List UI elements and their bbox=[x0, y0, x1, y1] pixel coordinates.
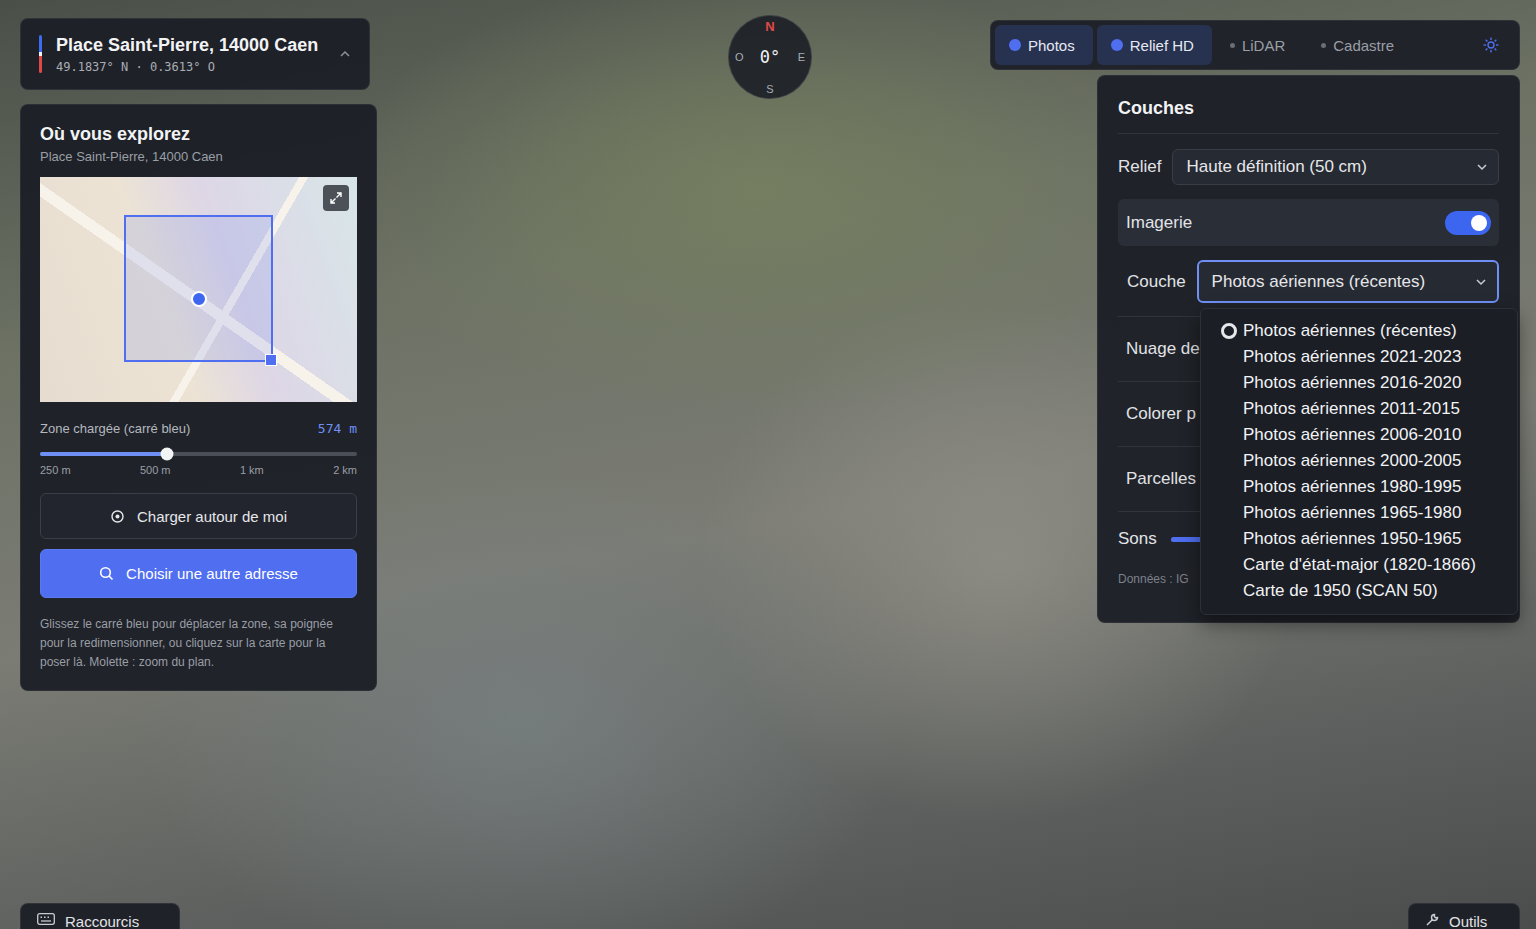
chevron-up-icon[interactable] bbox=[339, 48, 351, 60]
dropdown-option[interactable]: Photos aériennes 1965-1980 bbox=[1201, 500, 1517, 526]
dropdown-option[interactable]: Photos aériennes 2006-2010 bbox=[1201, 422, 1517, 448]
status-dot-icon bbox=[1230, 43, 1235, 48]
compass-east: E bbox=[798, 51, 805, 63]
panel-title: Où vous explorez bbox=[40, 124, 357, 145]
settings-button[interactable] bbox=[1467, 25, 1515, 65]
status-dot-icon bbox=[1321, 43, 1326, 48]
layer-label: Couche bbox=[1118, 272, 1186, 292]
location-title: Place Saint-Pierre, 14000 Caen bbox=[56, 35, 325, 56]
layer-tab[interactable]: LiDAR bbox=[1216, 25, 1303, 65]
layer-tab[interactable]: Cadastre bbox=[1307, 25, 1412, 65]
dropdown-option[interactable]: Photos aériennes 2000-2005 bbox=[1201, 448, 1517, 474]
compass-north: N bbox=[765, 19, 774, 34]
compass-south: S bbox=[766, 83, 773, 95]
expand-button[interactable] bbox=[323, 185, 349, 211]
sun-icon bbox=[1483, 37, 1499, 53]
dropdown-option[interactable]: Carte d'état-major (1820-1866) bbox=[1201, 552, 1517, 578]
slider-thumb[interactable] bbox=[160, 448, 173, 461]
resize-handle[interactable] bbox=[265, 354, 277, 366]
compass[interactable]: N O 0° E S bbox=[728, 15, 812, 99]
keyboard-icon bbox=[37, 913, 55, 925]
layer-select[interactable]: Photos aériennes (récentes) bbox=[1197, 260, 1499, 303]
search-icon bbox=[99, 566, 114, 581]
dropdown-option[interactable]: Carte de 1950 (SCAN 50) bbox=[1201, 578, 1517, 604]
layer-tab[interactable]: Photos bbox=[995, 25, 1093, 65]
dropdown-option[interactable]: Photos aériennes 2011-2015 bbox=[1201, 396, 1517, 422]
chevron-down-icon bbox=[1475, 276, 1487, 288]
layer-tabs: Photos Relief HD LiDAR Cadastre bbox=[990, 20, 1520, 70]
imagery-label: Imagerie bbox=[1126, 213, 1192, 233]
slider-ticks: 250 m500 m1 km2 km bbox=[40, 464, 357, 476]
layer-tab[interactable]: Relief HD bbox=[1097, 25, 1212, 65]
zone-label: Zone chargée (carré bleu) bbox=[40, 421, 190, 436]
help-text: Glissez le carré bleu pour déplacer la z… bbox=[40, 615, 357, 672]
compass-west: O bbox=[735, 51, 744, 63]
sound-label: Sons bbox=[1118, 529, 1157, 549]
compass-heading: 0° bbox=[760, 47, 780, 67]
panel-title: Couches bbox=[1118, 98, 1499, 134]
location-card[interactable]: Place Saint-Pierre, 14000 Caen 49.1837° … bbox=[20, 18, 370, 90]
target-icon bbox=[110, 509, 125, 524]
status-dot-icon bbox=[1111, 39, 1123, 51]
wrench-icon bbox=[1425, 913, 1439, 927]
panel-address: Place Saint-Pierre, 14000 Caen bbox=[40, 149, 357, 164]
zone-slider[interactable] bbox=[40, 452, 357, 456]
expand-icon bbox=[329, 191, 343, 205]
mini-map[interactable] bbox=[40, 177, 357, 402]
dropdown-option[interactable]: Photos aériennes 1980-1995 bbox=[1201, 474, 1517, 500]
dropdown-option[interactable]: Photos aériennes 1950-1965 bbox=[1201, 526, 1517, 552]
position-marker bbox=[191, 291, 207, 307]
locate-button[interactable]: Charger autour de moi bbox=[40, 493, 357, 539]
map-view[interactable]: Place Saint-Pierre, 14000 Caen 49.1837° … bbox=[0, 0, 1536, 929]
imagery-toggle[interactable] bbox=[1445, 211, 1491, 235]
status-dot-icon bbox=[1009, 39, 1021, 51]
explore-panel: Où vous explorez Place Saint-Pierre, 140… bbox=[20, 104, 377, 691]
zone-value: 574 m bbox=[318, 421, 357, 436]
flag-accent bbox=[39, 35, 42, 73]
radio-icon bbox=[1221, 323, 1237, 339]
layer-dropdown: Photos aériennes (récentes) Photos aérie… bbox=[1200, 308, 1518, 615]
relief-select[interactable]: Haute définition (50 cm) bbox=[1172, 149, 1499, 185]
dropdown-option[interactable]: Photos aériennes 2016-2020 bbox=[1201, 370, 1517, 396]
shortcuts-button[interactable]: Raccourcis bbox=[20, 903, 180, 929]
chevron-down-icon bbox=[1476, 161, 1488, 173]
relief-label: Relief bbox=[1118, 157, 1161, 177]
dropdown-option[interactable]: Photos aériennes (récentes) bbox=[1201, 318, 1517, 344]
location-coords: 49.1837° N · 0.3613° O bbox=[56, 60, 325, 74]
search-button[interactable]: Choisir une autre adresse bbox=[40, 549, 357, 598]
tools-button[interactable]: Outils bbox=[1408, 903, 1520, 929]
dropdown-option[interactable]: Photos aériennes 2021-2023 bbox=[1201, 344, 1517, 370]
zone-square[interactable] bbox=[124, 215, 273, 362]
imagery-row: Imagerie bbox=[1118, 199, 1499, 246]
